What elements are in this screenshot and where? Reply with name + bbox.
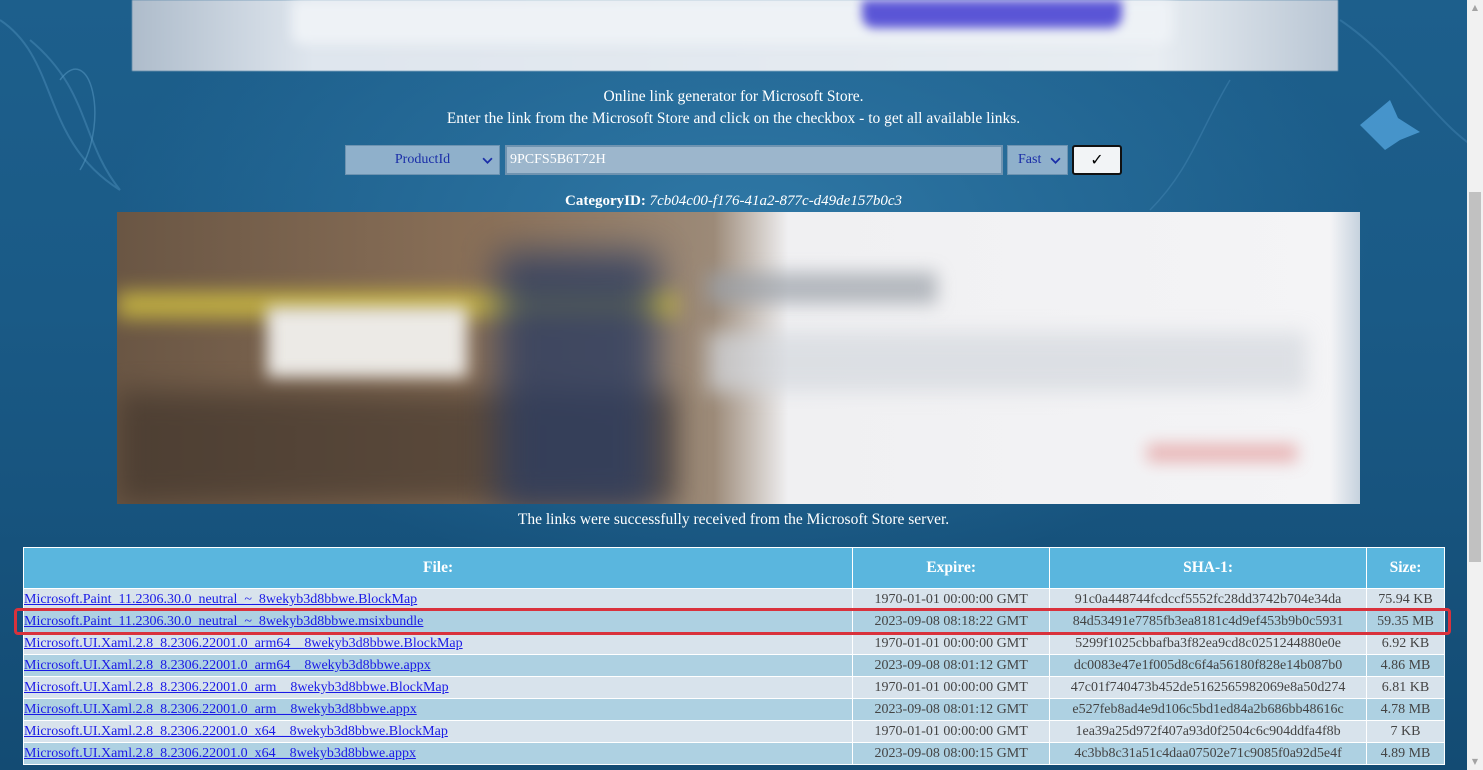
checkmark-icon: ✓	[1090, 152, 1104, 169]
expire-cell: 2023-09-08 08:00:15 GMT	[852, 742, 1051, 765]
chevron-down-icon	[482, 157, 493, 164]
column-header-sha1: SHA-1:	[1049, 547, 1368, 589]
scroll-up-arrow-icon[interactable]: ▲	[1470, 3, 1480, 13]
highlight-box-msixbundle-row	[14, 608, 1451, 635]
expire-cell: 2023-09-08 08:01:12 GMT	[852, 698, 1051, 721]
sha1-cell: 1ea39a25d972f407a93d0f2504c6c904ddfa4f8b	[1049, 720, 1368, 743]
table-row: Microsoft.UI.Xaml.2.8_8.2306.22001.0_arm…	[22, 698, 1445, 721]
size-cell: 6.81 KB	[1366, 676, 1445, 699]
expire-cell: 1970-01-01 00:00:00 GMT	[852, 720, 1051, 743]
size-cell: 4.78 MB	[1366, 698, 1445, 721]
scroll-down-arrow-icon[interactable]: ▼	[1470, 757, 1480, 767]
size-cell: 4.89 MB	[1366, 742, 1445, 765]
url-input-value: 9PCFS5B6T72H	[510, 152, 606, 167]
size-cell: 4.86 MB	[1366, 654, 1445, 677]
table-row: Microsoft.UI.Xaml.2.8_8.2306.22001.0_arm…	[22, 654, 1445, 677]
file-link[interactable]: Microsoft.UI.Xaml.2.8_8.2306.22001.0_x64…	[24, 746, 416, 761]
speed-select-value: Fast	[1018, 152, 1042, 167]
file-link[interactable]: Microsoft.UI.Xaml.2.8_8.2306.22001.0_arm…	[24, 702, 417, 717]
intro-line-2: Enter the link from the Microsoft Store …	[446, 110, 1021, 127]
category-id-label: CategoryID:	[565, 193, 646, 209]
file-link[interactable]: Microsoft.Paint_11.2306.30.0_neutral_~_8…	[24, 592, 417, 607]
category-id-value: 7cb04c00-f176-41a2-877c-d49de157b0c3	[649, 193, 902, 209]
vertical-scrollbar[interactable]: ▲ ▼	[1467, 0, 1483, 770]
table-row: Microsoft.UI.Xaml.2.8_8.2306.22001.0_x64…	[22, 720, 1445, 743]
sha1-cell: 4c3bb8c31a51c4daa07502e71c9085f0a92d5e4f	[1049, 742, 1368, 765]
expire-cell: 2023-09-08 08:01:12 GMT	[852, 654, 1051, 677]
file-link[interactable]: Microsoft.UI.Xaml.2.8_8.2306.22001.0_arm…	[24, 680, 449, 695]
table-row: Microsoft.UI.Xaml.2.8_8.2306.22001.0_arm…	[22, 676, 1445, 699]
column-header-size: Size:	[1366, 547, 1445, 589]
file-link[interactable]: Microsoft.UI.Xaml.2.8_8.2306.22001.0_x64…	[24, 724, 448, 739]
file-link[interactable]: Microsoft.UI.Xaml.2.8_8.2306.22001.0_arm…	[24, 636, 463, 651]
expire-cell: 1970-01-01 00:00:00 GMT	[852, 632, 1051, 655]
table-row: Microsoft.UI.Xaml.2.8_8.2306.22001.0_x64…	[22, 742, 1445, 765]
type-select[interactable]: ProductId	[345, 145, 500, 175]
scrollbar-thumb[interactable]	[1469, 192, 1481, 562]
files-table: File: Expire: SHA-1: Size: Microsoft.Pai…	[22, 547, 1445, 765]
top-ad-banner	[132, 0, 1338, 71]
sha1-cell: 5299f1025cbbafba3f82ea9cd8c0251244880e0e	[1049, 632, 1368, 655]
speed-select[interactable]: Fast	[1007, 145, 1068, 175]
category-id: CategoryID: 7cb04c00-f176-41a2-877c-d49d…	[0, 193, 1467, 210]
sha1-cell: 47c01f740473b452de5162565982069e8a50d274	[1049, 676, 1368, 699]
column-header-file: File:	[22, 547, 854, 589]
type-select-value: ProductId	[394, 152, 451, 167]
sha1-cell: dc0083e47e1f005d8c6f4a56180f828e14b087b0	[1049, 654, 1368, 677]
column-header-expire: Expire:	[852, 547, 1051, 589]
submit-checkmark-button[interactable]: ✓	[1072, 145, 1122, 175]
chevron-down-icon	[1050, 157, 1061, 164]
size-cell: 6.92 KB	[1366, 632, 1445, 655]
file-link[interactable]: Microsoft.UI.Xaml.2.8_8.2306.22001.0_arm…	[24, 658, 431, 673]
table-header-row: File: Expire: SHA-1: Size:	[22, 547, 1445, 589]
size-cell: 7 KB	[1366, 720, 1445, 743]
app-preview-banner	[117, 212, 1360, 504]
table-row: Microsoft.UI.Xaml.2.8_8.2306.22001.0_arm…	[22, 632, 1445, 655]
intro-line-1: Online link generator for Microsoft Stor…	[603, 88, 864, 105]
expire-cell: 1970-01-01 00:00:00 GMT	[852, 676, 1051, 699]
status-message: The links were successfully received fro…	[517, 511, 950, 528]
sha1-cell: e527feb8ad4e9d106c5bd1ed84a2b686bb48616c	[1049, 698, 1368, 721]
url-input[interactable]: 9PCFS5B6T72H	[505, 145, 1003, 175]
